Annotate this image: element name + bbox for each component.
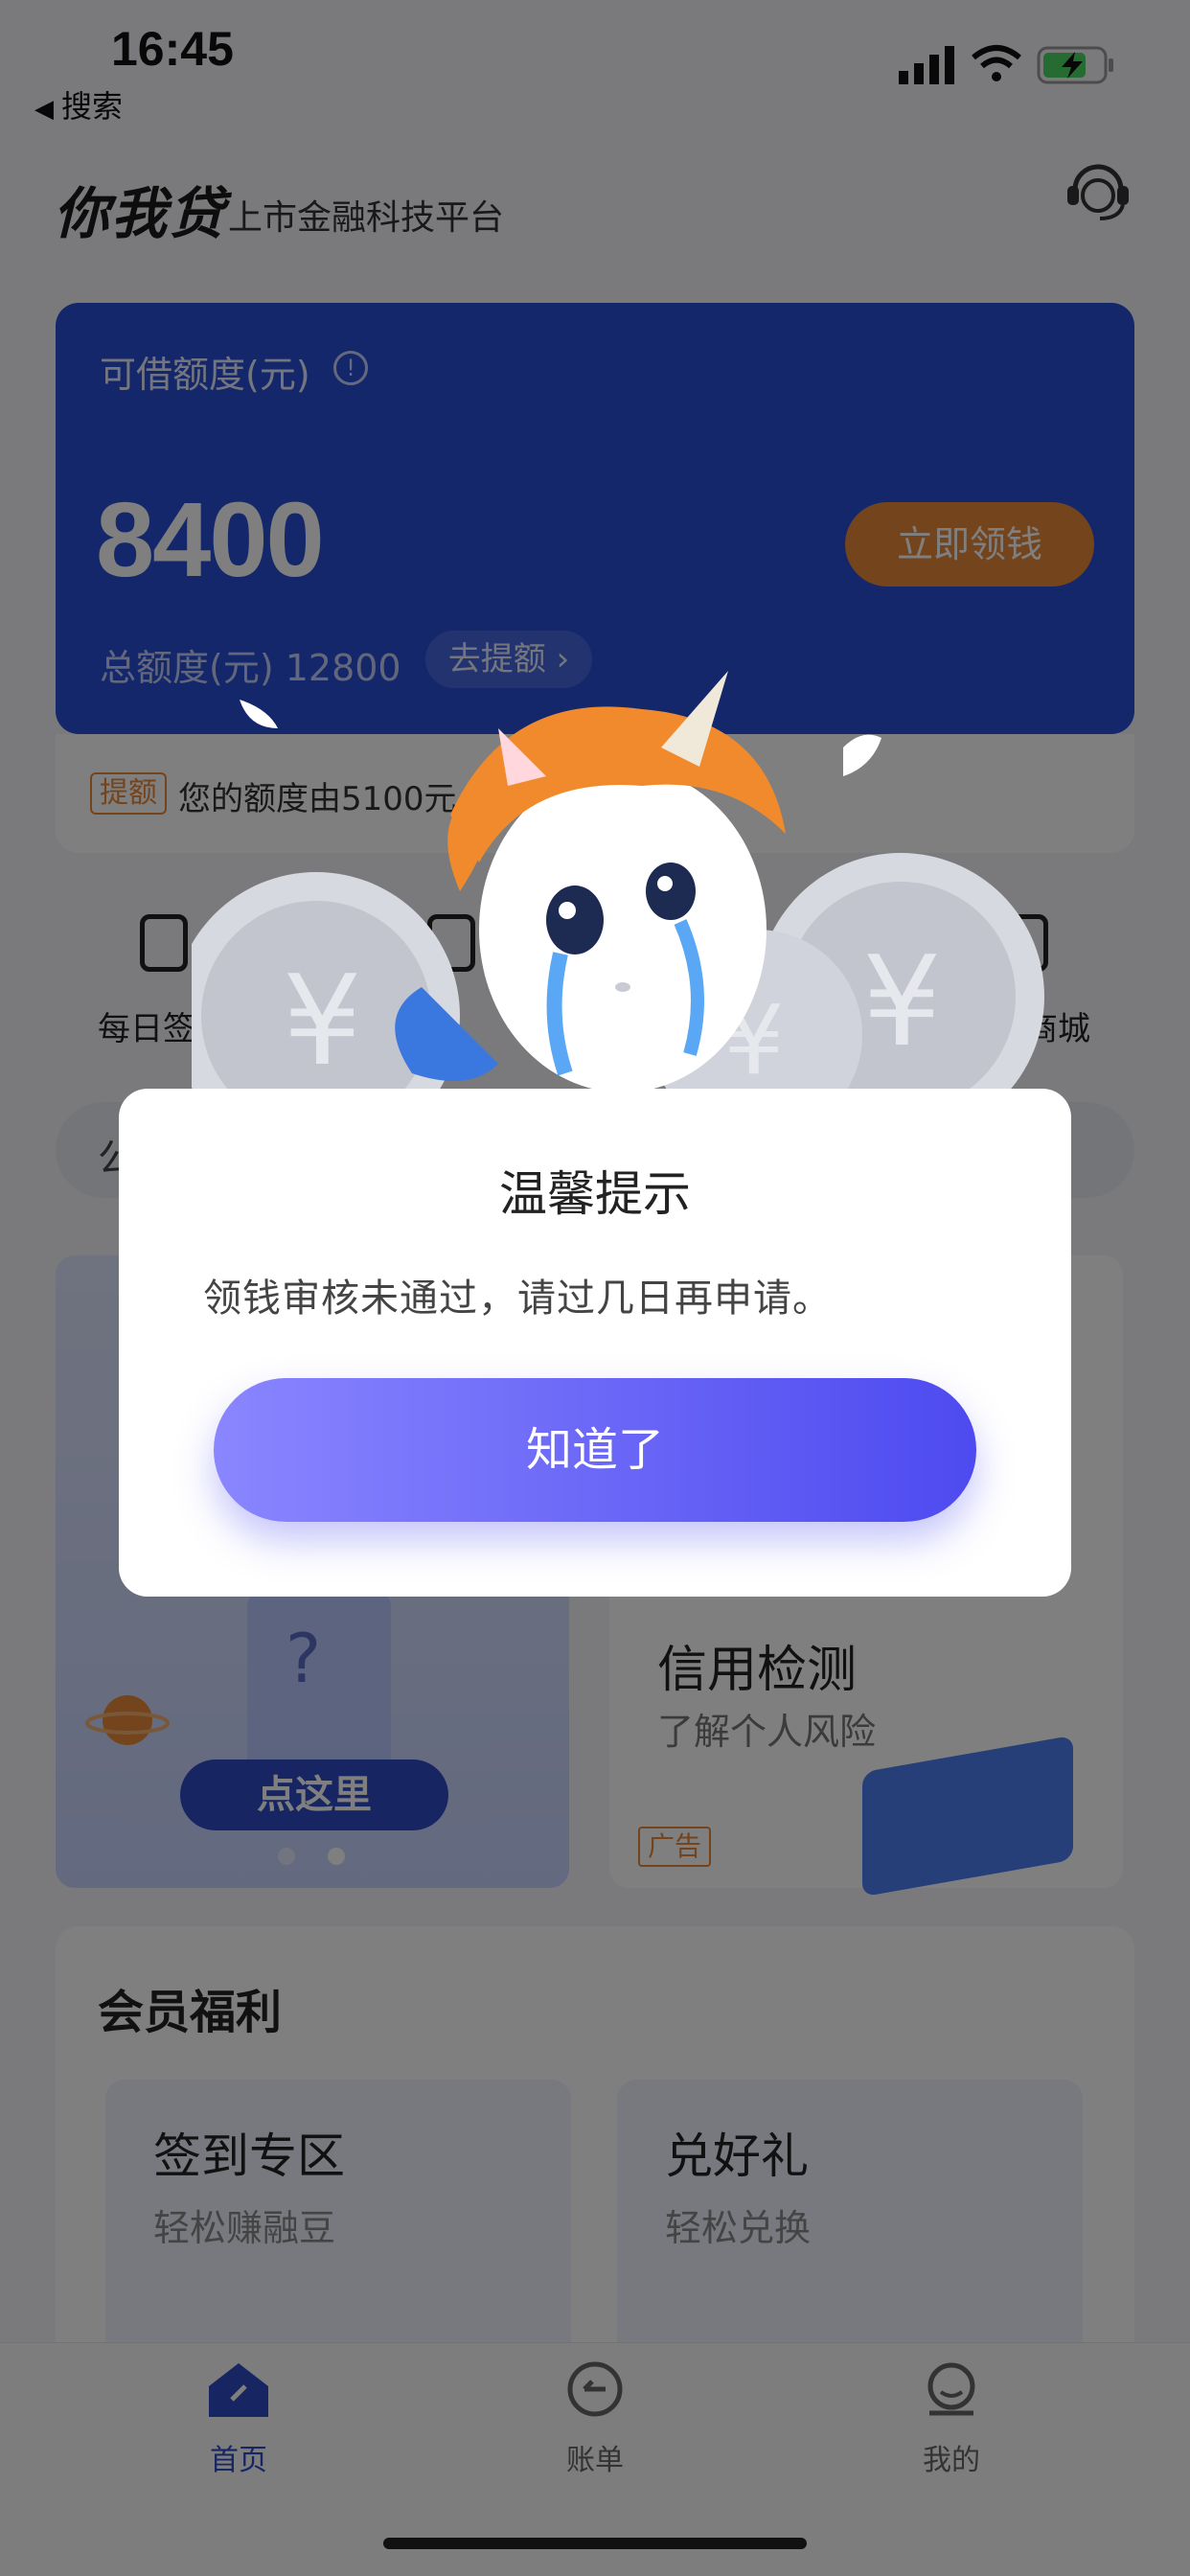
unicorn-mascot-illustration: ¥ ¥ ¥ [192, 671, 1044, 1131]
svg-text:¥: ¥ [283, 948, 362, 1093]
home-indicator[interactable] [383, 2538, 807, 2549]
dialog-message: 领钱审核未通过，请过几日再申请。 [203, 1276, 832, 1321]
acknowledge-button[interactable]: 知道了 [214, 1378, 976, 1522]
svg-text:¥: ¥ [862, 929, 942, 1074]
dialog-title: 温馨提示 [499, 1166, 691, 1222]
